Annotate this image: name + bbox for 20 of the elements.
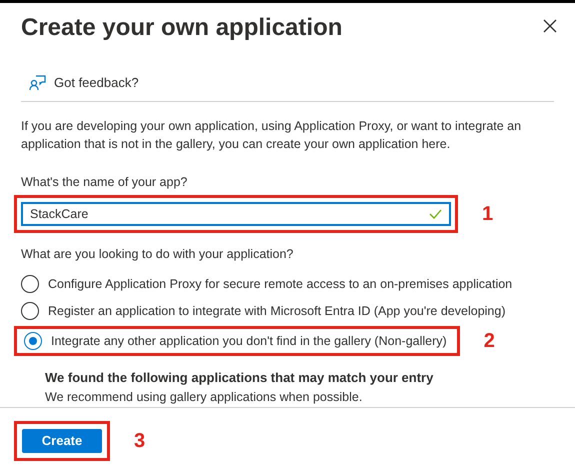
annotation-number: 2 bbox=[484, 330, 495, 351]
radio-label: Integrate any other application you don't find in the gallery (Non-gallery) bbox=[51, 332, 447, 350]
create-button[interactable]: Create bbox=[22, 429, 102, 453]
radio-button[interactable] bbox=[21, 302, 39, 320]
dialog-title: Create your own application bbox=[21, 13, 342, 43]
description-text: If you are developing your own application, using Application Proxy, or want to integrate an application that is not in the gallery, you can create your own application here. bbox=[21, 118, 522, 152]
feedback-link[interactable]: Got feedback? bbox=[54, 73, 139, 92]
question-label: What are you looking to do with your application? bbox=[21, 246, 294, 264]
matches-note: We recommend using gallery applications when possible. bbox=[44, 388, 364, 406]
radio-label: Register an application to integrate with Microsoft Entra ID (App you're developing) bbox=[48, 302, 506, 320]
annotation-number: 1 bbox=[482, 204, 494, 224]
annotation-number: 3 bbox=[134, 431, 146, 451]
radio-button[interactable] bbox=[24, 332, 42, 350]
name-input-field[interactable]: StackCare bbox=[21, 202, 451, 226]
radio-label: Configure Application Proxy for secure remote access to an on-premises application bbox=[48, 276, 512, 293]
radio-button[interactable] bbox=[21, 275, 39, 294]
field-label: What's the name of your app? bbox=[21, 174, 188, 191]
close-icon[interactable] bbox=[543, 19, 557, 33]
feedback-icon bbox=[29, 74, 46, 91]
matches-heading: We found the following applications that may match your entry bbox=[44, 369, 434, 388]
